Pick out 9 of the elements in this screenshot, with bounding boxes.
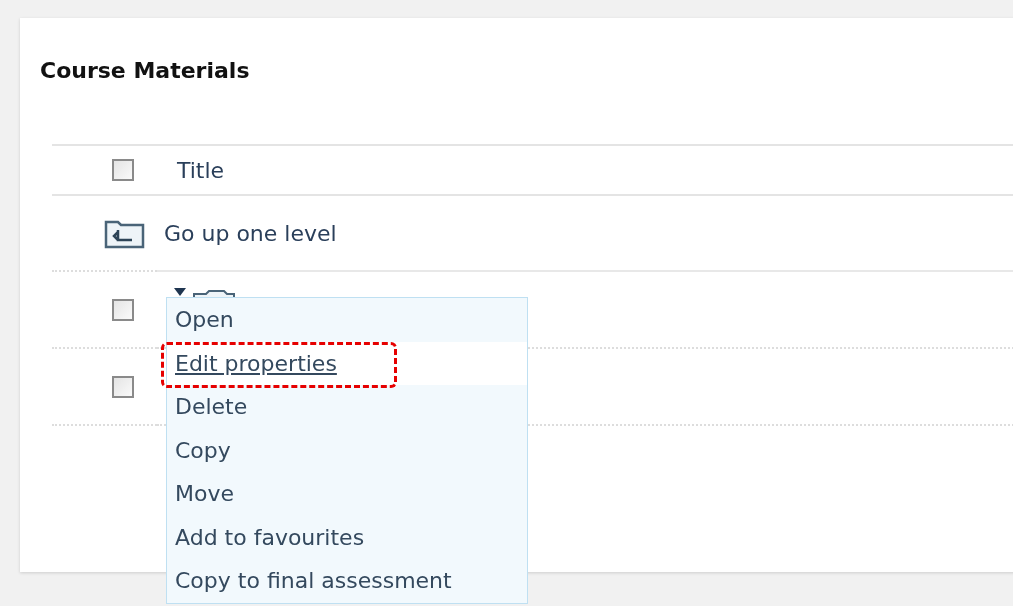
menu-item[interactable]: Copy (167, 428, 527, 472)
menu-item[interactable]: Add to favourites (167, 515, 527, 559)
go-up-link[interactable]: Go up one level (164, 220, 337, 246)
column-header[interactable]: Title (177, 157, 225, 183)
panel-title: Course Materials (40, 60, 250, 82)
menu-item[interactable]: Copy to final assessment (167, 559, 527, 603)
menu-item[interactable]: Open (167, 298, 527, 342)
menu-item[interactable]: Delete (167, 385, 527, 429)
menu-item[interactable]: Move (167, 472, 527, 516)
